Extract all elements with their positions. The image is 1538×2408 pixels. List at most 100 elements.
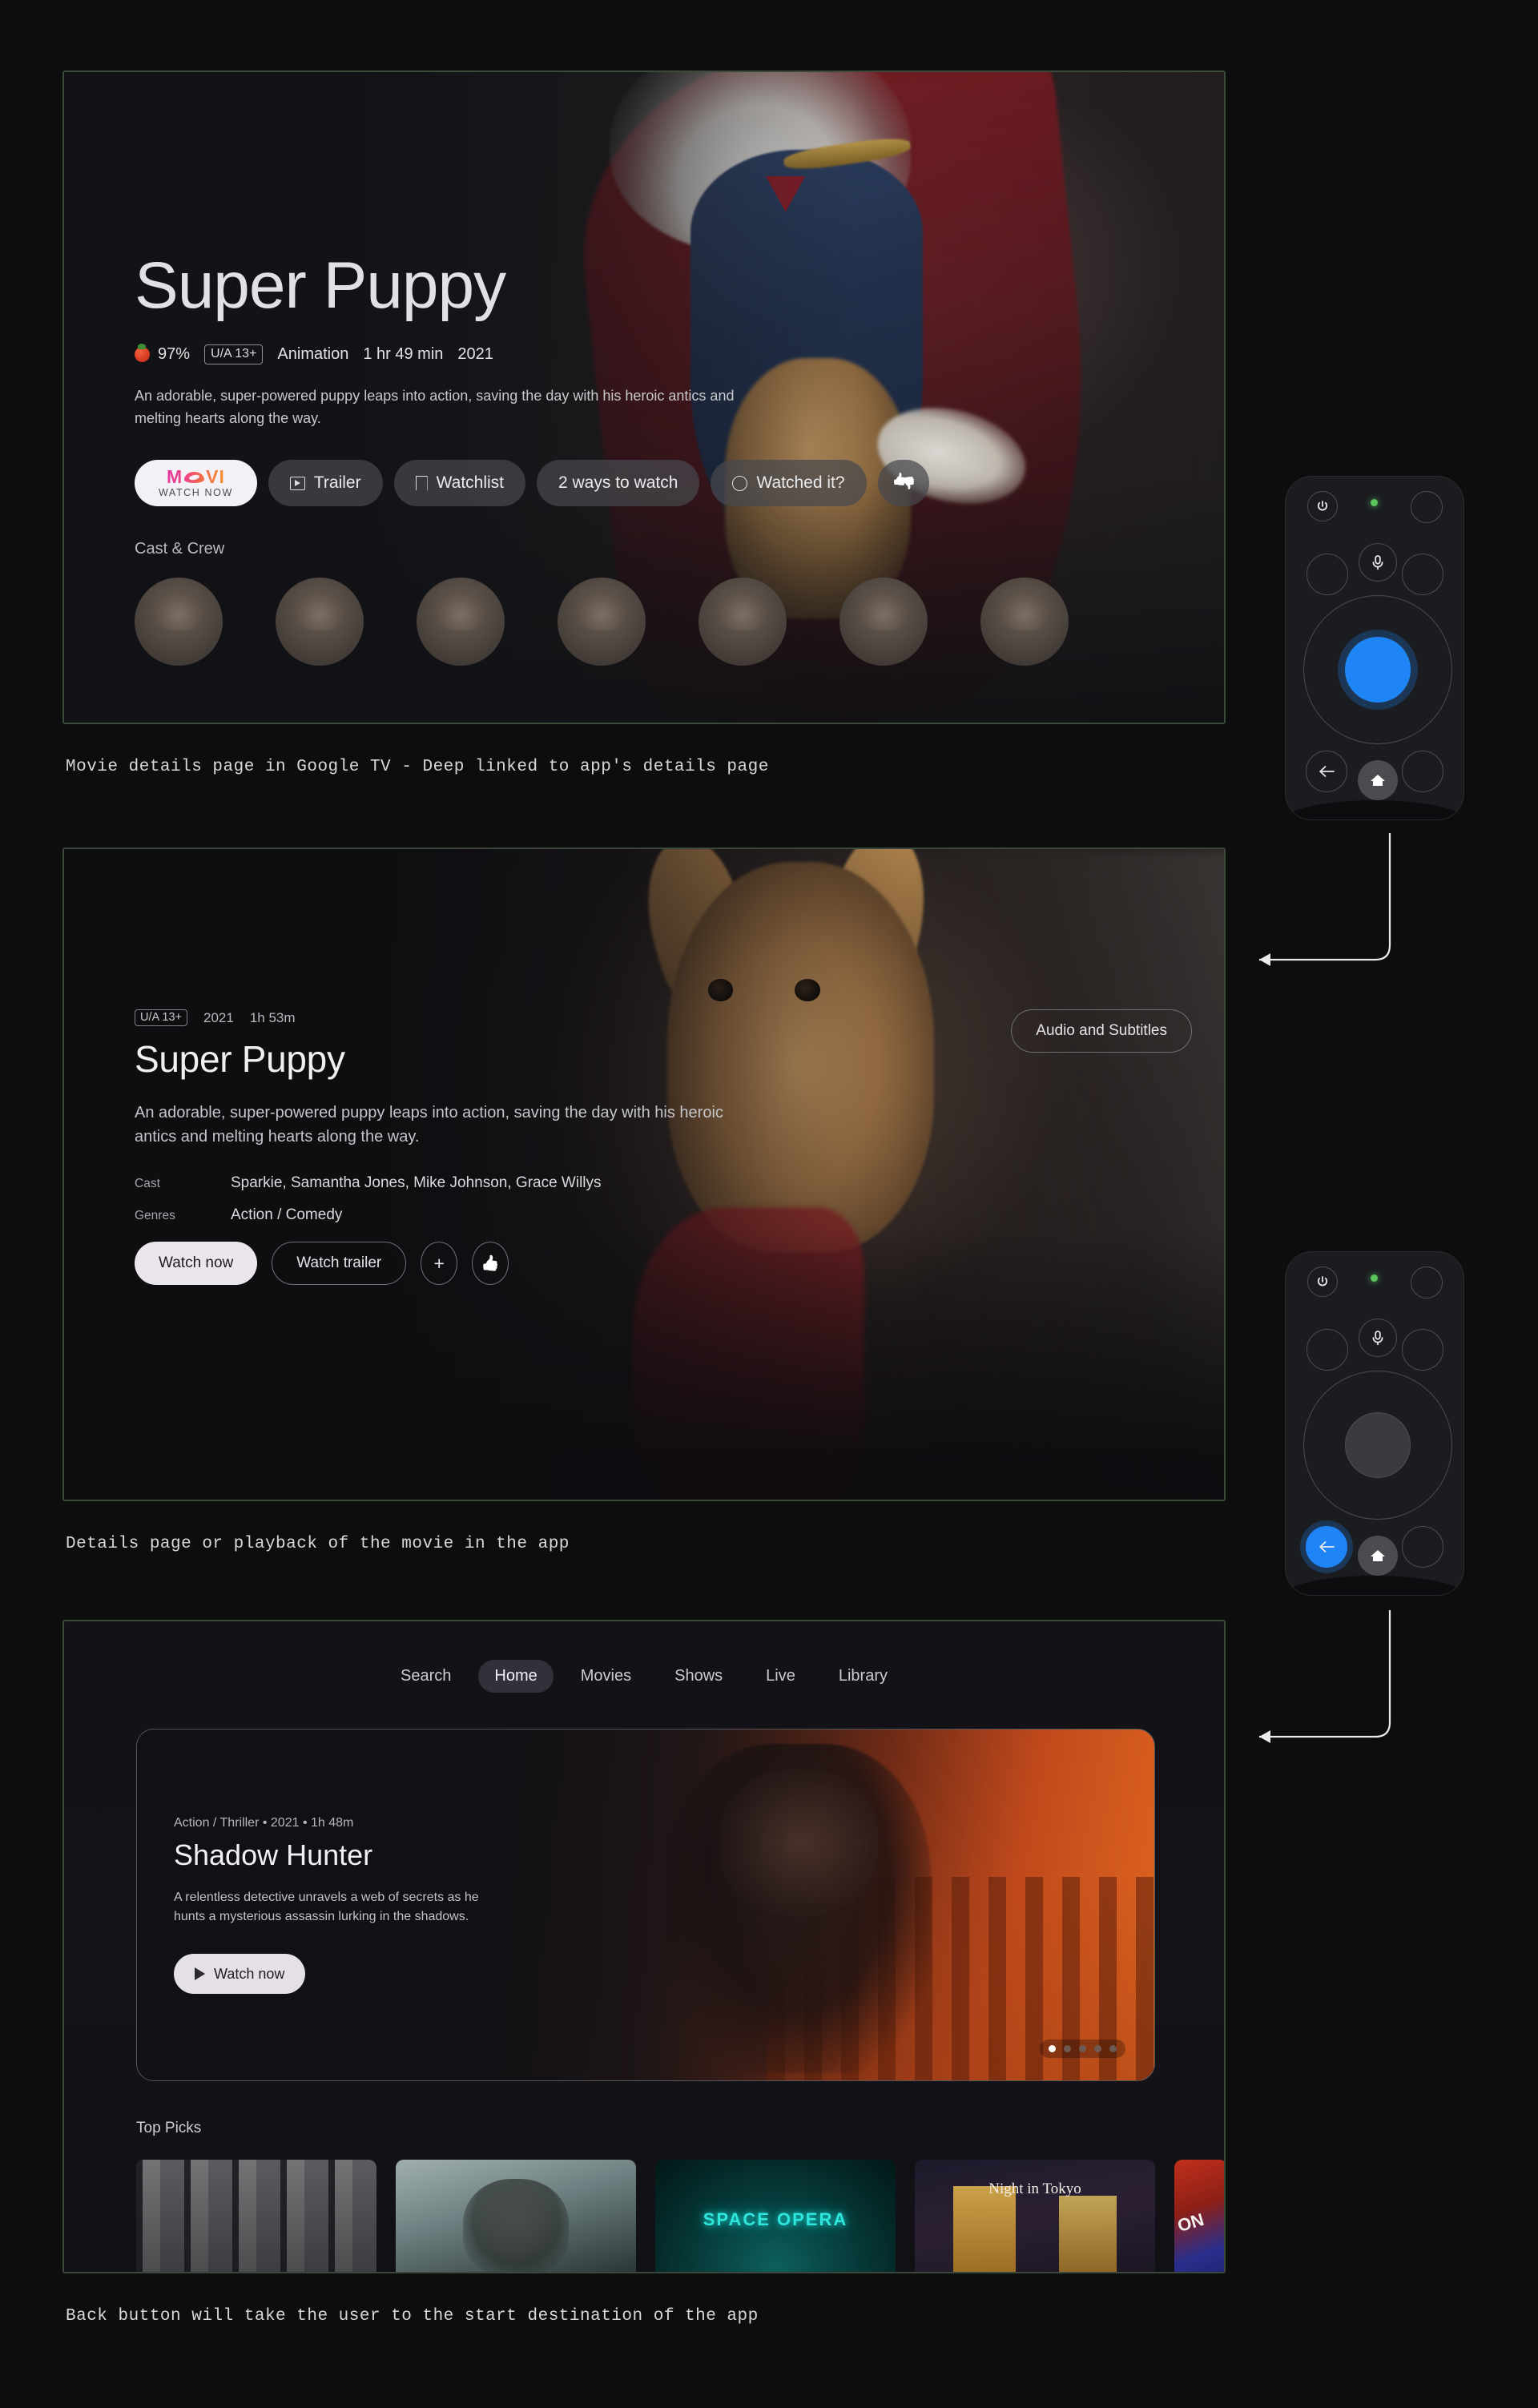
watchlist-button[interactable]: Watchlist bbox=[393, 460, 525, 507]
carousel-dot[interactable] bbox=[1049, 2045, 1056, 2052]
avatar[interactable] bbox=[276, 578, 364, 666]
trailer-button[interactable]: Trailer bbox=[268, 460, 383, 507]
input-button[interactable] bbox=[1411, 1266, 1443, 1299]
genres-label: Genres bbox=[135, 1209, 175, 1223]
right-aux-button[interactable] bbox=[1402, 554, 1443, 595]
top-picks-carousel[interactable]: SPACE OPERA Night in Tokyo bbox=[136, 2160, 1224, 2272]
hero-card-content: Action / Thriller • 2021 • 1h 48m Shadow… bbox=[174, 1816, 510, 1994]
audio-and-subtitles-button[interactable]: Audio and Subtitles bbox=[1011, 1009, 1192, 1053]
add-to-list-button[interactable]: + bbox=[421, 1242, 458, 1286]
genres-row: Genres Action / Comedy bbox=[135, 1206, 1192, 1224]
carousel-pagination[interactable] bbox=[1040, 2040, 1125, 2058]
list-item[interactable] bbox=[396, 2160, 636, 2272]
action-button-row: M VI WATCH NOW Trailer Watchlist 2 ways … bbox=[135, 460, 1192, 507]
avatar[interactable] bbox=[980, 578, 1069, 666]
list-item[interactable]: SPACE OPERA bbox=[655, 2160, 896, 2272]
power-icon bbox=[1317, 501, 1328, 511]
tab-home[interactable]: Home bbox=[478, 1660, 554, 1693]
right-aux-button[interactable] bbox=[1402, 1329, 1443, 1371]
tab-live[interactable]: Live bbox=[750, 1660, 811, 1693]
watchlist-label: Watchlist bbox=[436, 473, 504, 493]
list-item[interactable] bbox=[136, 2160, 376, 2272]
tab-library[interactable]: Library bbox=[823, 1660, 904, 1693]
caption-back-button: Back button will take the user to the st… bbox=[66, 2307, 759, 2325]
dpad-center-button[interactable] bbox=[1345, 1412, 1411, 1478]
movi-watch-now-label: WATCH NOW bbox=[159, 487, 233, 499]
circle-icon bbox=[732, 475, 748, 491]
watched-it-button[interactable]: Watched it? bbox=[711, 460, 867, 507]
hero-metadata: Action / Thriller • 2021 • 1h 48m bbox=[174, 1816, 354, 1830]
metadata-row: 97% U/A 13+ Animation 1 hr 49 min 2021 bbox=[135, 344, 1192, 365]
rate-button[interactable] bbox=[877, 460, 929, 507]
app-content-rating-badge: U/A 13+ bbox=[135, 1009, 187, 1026]
hero-watch-now-button[interactable]: Watch now bbox=[174, 1954, 306, 1994]
cast-crew-label: Cast & Crew bbox=[135, 540, 225, 558]
power-button[interactable] bbox=[1307, 491, 1338, 521]
dpad-ring[interactable] bbox=[1303, 1371, 1452, 1520]
hero-watch-now-label: Watch now bbox=[214, 1965, 285, 1982]
back-arrow-icon bbox=[1319, 1541, 1335, 1552]
power-button[interactable] bbox=[1307, 1266, 1338, 1297]
watch-now-button[interactable]: Watch now bbox=[135, 1242, 258, 1286]
avatar[interactable] bbox=[839, 578, 928, 666]
like-button[interactable]: 👍 bbox=[472, 1242, 509, 1286]
power-icon bbox=[1317, 1276, 1328, 1287]
carousel-dot[interactable] bbox=[1094, 2045, 1101, 2052]
avatar[interactable] bbox=[135, 578, 223, 666]
duration-label: 1 hr 49 min bbox=[363, 345, 444, 364]
left-aux-button[interactable] bbox=[1306, 554, 1348, 595]
page-title: Super Puppy bbox=[135, 249, 506, 322]
carousel-dot[interactable] bbox=[1109, 2045, 1117, 2052]
play-icon bbox=[195, 1967, 205, 1980]
trailer-label: Trailer bbox=[313, 473, 361, 493]
ways-to-watch-button[interactable]: 2 ways to watch bbox=[537, 460, 700, 507]
avatar[interactable] bbox=[417, 578, 505, 666]
dpad-ring[interactable] bbox=[1303, 595, 1452, 744]
hero-carousel-card[interactable]: Action / Thriller • 2021 • 1h 48m Shadow… bbox=[136, 1729, 1155, 2081]
list-item[interactable] bbox=[1174, 2160, 1224, 2272]
microphone-icon bbox=[1372, 1331, 1383, 1346]
carousel-dot[interactable] bbox=[1064, 2045, 1071, 2052]
status-led-indicator bbox=[1371, 499, 1378, 506]
details-content: Super Puppy 97% U/A 13+ Animation 1 hr 4… bbox=[135, 253, 1192, 666]
assistant-mic-button[interactable] bbox=[1359, 543, 1397, 582]
tab-search[interactable]: Search bbox=[384, 1660, 467, 1693]
cast-crew-row bbox=[135, 578, 1192, 666]
home-button[interactable] bbox=[1358, 760, 1398, 800]
list-item[interactable]: Night in Tokyo bbox=[915, 2160, 1155, 2272]
bookmark-icon bbox=[415, 475, 428, 491]
input-button[interactable] bbox=[1411, 491, 1443, 523]
tab-movies[interactable]: Movies bbox=[565, 1660, 647, 1693]
microphone-icon bbox=[1372, 555, 1383, 570]
app-action-row: Watch now Watch trailer + 👍 Audio and Su… bbox=[135, 1009, 1192, 1286]
space-opera-title: SPACE OPERA bbox=[703, 2209, 848, 2229]
year-label: 2021 bbox=[457, 345, 493, 364]
carousel-dot[interactable] bbox=[1079, 2045, 1086, 2052]
content-rating-badge: U/A 13+ bbox=[204, 344, 264, 365]
dpad-center-button[interactable] bbox=[1345, 637, 1411, 703]
thumbs-up-icon: 👍 bbox=[481, 1255, 501, 1273]
back-button[interactable] bbox=[1306, 1526, 1347, 1568]
tab-shows[interactable]: Shows bbox=[658, 1660, 739, 1693]
left-aux-button[interactable] bbox=[1306, 1329, 1348, 1371]
bottom-right-aux-button[interactable] bbox=[1402, 1526, 1443, 1568]
back-button[interactable] bbox=[1306, 751, 1347, 792]
app-details-content: U/A 13+ 2021 1h 53m Super Puppy An adora… bbox=[135, 1009, 1192, 1286]
avatar[interactable] bbox=[558, 578, 646, 666]
home-button[interactable] bbox=[1358, 1536, 1398, 1576]
cast-row: Cast Sparkie, Samantha Jones, Mike Johns… bbox=[135, 1174, 1192, 1192]
google-tv-details-panel: Super Puppy 97% U/A 13+ Animation 1 hr 4… bbox=[62, 70, 1226, 724]
home-icon bbox=[1371, 775, 1385, 786]
movi-watch-now-button[interactable]: M VI WATCH NOW bbox=[135, 460, 257, 507]
genres-value: Action / Comedy bbox=[231, 1206, 343, 1224]
app-year-label: 2021 bbox=[203, 1009, 234, 1025]
home-icon bbox=[1371, 1550, 1385, 1561]
app-info-table: Cast Sparkie, Samantha Jones, Mike Johns… bbox=[135, 1174, 1192, 1224]
status-led-indicator bbox=[1371, 1274, 1378, 1282]
avatar[interactable] bbox=[699, 578, 787, 666]
assistant-mic-button[interactable] bbox=[1359, 1319, 1397, 1357]
rotten-tomatoes-icon bbox=[135, 344, 150, 363]
bottom-right-aux-button[interactable] bbox=[1402, 751, 1443, 792]
watch-trailer-button[interactable]: Watch trailer bbox=[272, 1242, 407, 1286]
back-arrow-icon bbox=[1319, 766, 1335, 777]
